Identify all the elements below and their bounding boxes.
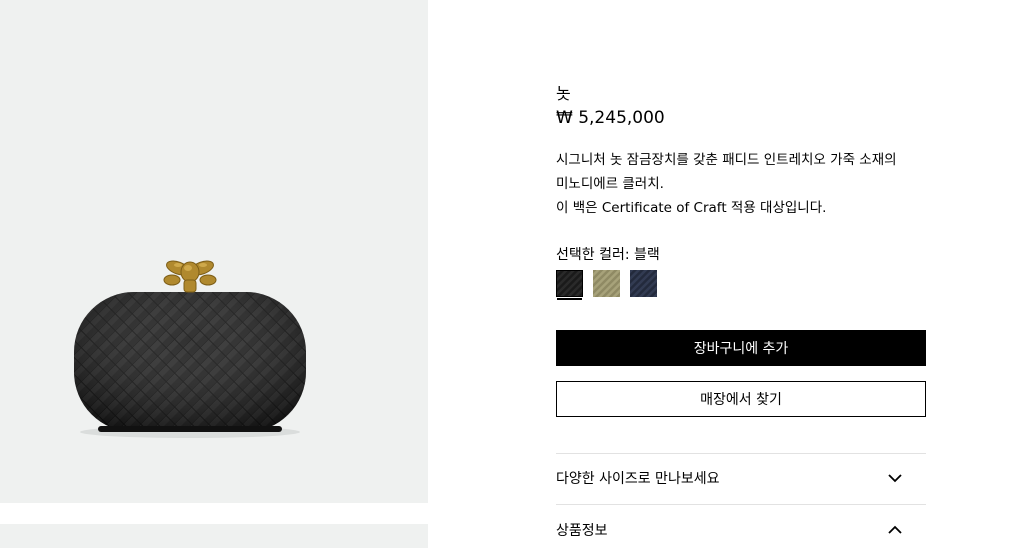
color-swatch-black[interactable] xyxy=(556,270,583,300)
product-price: ₩ 5,245,000 xyxy=(556,108,665,128)
color-swatch-navy[interactable] xyxy=(630,270,657,297)
color-swatch-olive[interactable] xyxy=(593,270,620,297)
description-line: 시그니처 놋 잠금장치를 갖춘 패디드 인트레치오 가죽 소재의 xyxy=(556,152,897,168)
product-gallery-next-image[interactable] xyxy=(0,524,428,548)
description-line: 이 백은 Certificate of Craft 적용 대상입니다. xyxy=(556,200,827,216)
product-name: 놋 xyxy=(556,84,572,103)
find-in-store-button[interactable]: 매장에서 찾기 xyxy=(556,381,926,417)
accordion-product-info[interactable]: 상품정보 xyxy=(556,506,926,554)
swatch-weave-texture xyxy=(557,271,582,296)
description-line: 미노디에르 클러치. xyxy=(556,176,664,192)
knot-clutch-image xyxy=(74,260,306,438)
chevron-up-icon xyxy=(888,525,902,534)
add-to-cart-button[interactable]: 장바구니에 추가 xyxy=(556,330,926,366)
swatch-weave-texture xyxy=(630,270,657,297)
accordion-label: 상품정보 xyxy=(556,523,608,539)
swatch-weave-texture xyxy=(593,270,620,297)
product-description: 시그니처 놋 잠금장치를 갖춘 패디드 인트레치오 가죽 소재의 미노디에르 클… xyxy=(556,148,897,220)
accordion-sizes[interactable]: 다양한 사이즈로 만나보세요 xyxy=(556,454,926,502)
accordion-label: 다양한 사이즈로 만나보세요 xyxy=(556,471,720,487)
color-swatches xyxy=(556,270,657,300)
chevron-down-icon xyxy=(888,474,902,483)
divider xyxy=(556,504,926,505)
product-gallery-main-image[interactable] xyxy=(0,0,428,503)
selected-color-label: 선택한 컬러: 블랙 xyxy=(556,247,660,263)
